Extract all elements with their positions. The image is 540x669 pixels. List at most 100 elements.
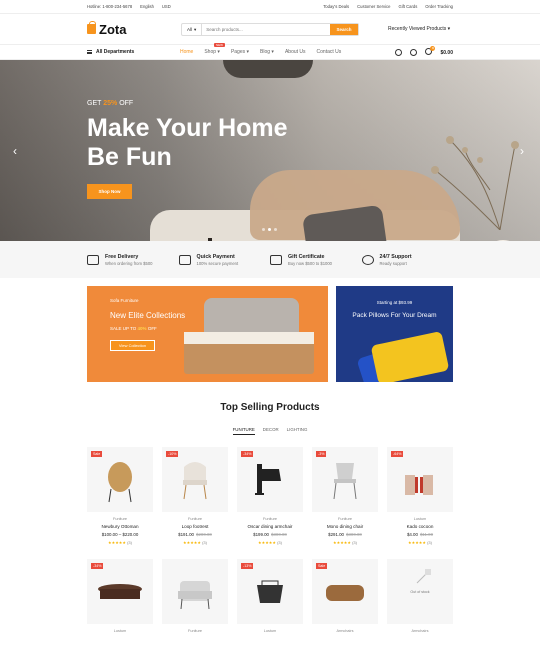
product-card[interactable]: Out of stock Armchairs: [387, 559, 453, 669]
out-of-stock-label: Out of stock: [410, 590, 430, 594]
search-input[interactable]: [202, 24, 330, 35]
link-customer-service[interactable]: Customer Service: [357, 4, 390, 9]
banner-elite-collections[interactable]: Sofa Furniture New Elite Collections SAL…: [87, 286, 328, 382]
product-tabs: FUNITURE DECOR LIGHTING: [0, 427, 540, 435]
shop-now-button[interactable]: Shop Now: [87, 184, 132, 199]
gift-icon: [270, 254, 282, 265]
next-slide-icon[interactable]: ›: [520, 144, 524, 158]
top-bar: Hotline: 1-800-234-5678 English USD Toda…: [0, 0, 540, 14]
nav-contact[interactable]: Contact Us: [317, 49, 342, 55]
bag-icon: [87, 21, 96, 34]
product-price: $291.00 $300.00: [328, 532, 362, 537]
logo-text: Zota: [99, 21, 127, 37]
search-bar: All ▾ Search: [181, 23, 359, 36]
banner-title: New Elite Collections: [110, 311, 186, 320]
hotline-text: Hotline: 1-800-234-5678: [87, 4, 133, 9]
armchair-image: [178, 581, 212, 610]
slider-dots: [262, 228, 277, 231]
link-order-tracking[interactable]: Order Tracking: [425, 4, 453, 9]
cart-button[interactable]: 0: [425, 46, 436, 57]
product-card[interactable]: -34% Lustum: [87, 559, 153, 669]
sale-badge: Sale: [316, 563, 328, 569]
tab-lighting[interactable]: LIGHTING: [287, 427, 308, 435]
discount-badge: -34%: [91, 563, 104, 569]
discount-badge: -3%: [316, 451, 327, 457]
nav-home[interactable]: Home: [180, 49, 193, 55]
product-card[interactable]: -34% Funiture Oscar dining armchair $199…: [237, 447, 303, 557]
features-bar: Free Delivery When ordering from $500 Qui…: [0, 241, 540, 278]
product-card[interactable]: Funiture: [162, 559, 228, 669]
product-price: $191.00 $200.00: [178, 532, 212, 537]
product-card[interactable]: -10% Funiture Loop footrest $191.00 $200.…: [162, 447, 228, 557]
section-title: Top Selling Products: [220, 402, 320, 413]
product-rating: ★★★★★ (3): [183, 540, 207, 545]
all-departments-button[interactable]: All Departments: [87, 49, 180, 55]
hero-title: Make Your Home Be Fun: [87, 114, 288, 171]
product-card[interactable]: -3% Funiture Mono dining chair $291.00 $3…: [312, 447, 378, 557]
product-category: Funiture: [188, 517, 202, 521]
product-price: $199.00 $300.00: [253, 532, 287, 537]
product-name[interactable]: Kado cocoon: [387, 524, 453, 529]
tab-decor[interactable]: DECOR: [263, 427, 279, 435]
cart-count: 0: [430, 46, 436, 51]
product-name[interactable]: Loop footrest: [162, 524, 228, 529]
product-category: Funiture: [188, 629, 202, 633]
product-name[interactable]: Mono dining chair: [312, 524, 378, 529]
nav-about[interactable]: About Us: [285, 49, 306, 55]
product-rating: ★★★★★ (3): [333, 540, 357, 545]
feature-gift-certificate: Gift Certificate Buy now $500 to $1000: [270, 254, 362, 266]
heart-icon[interactable]: [410, 49, 418, 56]
product-category: Funiture: [113, 517, 127, 521]
product-rating: ★★★★★ (3): [408, 540, 432, 545]
language-select[interactable]: English: [140, 4, 154, 9]
product-price: $100.00 – $220.00: [101, 532, 139, 537]
truck-icon: [87, 254, 99, 265]
sale-badge: Sale: [91, 451, 103, 457]
product-rating: ★★★★★ (3): [108, 540, 132, 545]
search-category-select[interactable]: All ▾: [182, 24, 203, 35]
hero-offer: GET 25% OFF: [87, 100, 134, 107]
tab-furniture[interactable]: FUNITURE: [232, 427, 255, 435]
discount-badge: -13%: [241, 563, 254, 569]
view-collection-button[interactable]: View Collection: [110, 340, 155, 351]
support-icon: [361, 254, 374, 265]
slide-dot-active[interactable]: [268, 228, 271, 231]
slide-dot[interactable]: [274, 228, 277, 231]
user-icon[interactable]: [395, 49, 403, 56]
cart-total: $0.00: [440, 49, 453, 56]
nav-shop[interactable]: Shop ▾: [204, 49, 220, 55]
new-badge: NEW: [214, 43, 225, 47]
slide-dot[interactable]: [262, 228, 265, 231]
nav-blog[interactable]: Blog ▾: [260, 49, 274, 55]
logo[interactable]: Zota: [87, 21, 177, 37]
main-nav: All Departments Home Shop ▾ Pages ▾ Blog…: [0, 43, 540, 60]
product-card[interactable]: Sale Armchairs: [312, 559, 378, 669]
product-name[interactable]: Oscar dining armchair: [237, 524, 303, 529]
product-card[interactable]: -13% Lustum: [237, 559, 303, 669]
nav-pages[interactable]: Pages ▾: [231, 49, 249, 55]
search-button[interactable]: Search: [330, 24, 358, 35]
discount-badge: -34%: [241, 451, 254, 457]
currency-select[interactable]: USD: [162, 4, 171, 9]
banner-pillows[interactable]: Starting at $93.99 Pack Pillows For Your…: [336, 286, 453, 382]
banner-starting-price: Starting at $93.99: [376, 300, 413, 305]
link-todays-deals[interactable]: Today's Deals: [323, 4, 349, 9]
product-card[interactable]: -64% Lustum Kado cocoon $4.00 $11.00 ★★★★…: [387, 447, 453, 557]
product-name[interactable]: Newbury Ottoman: [87, 524, 153, 529]
product-price: $4.00 $11.00: [406, 532, 434, 537]
banner-sale: SALE UP TO 40% OFF: [110, 326, 157, 331]
header: Zota All▾ Search Recently Viewed Product…: [0, 14, 540, 44]
feature-support: 24/7 Support Ready support: [361, 254, 454, 266]
discount-badge: -64%: [391, 451, 404, 457]
product-card[interactable]: Sale Funiture Newbury Ottoman $100.00 – …: [87, 447, 153, 557]
product-category: Armchairs: [336, 629, 354, 633]
feature-free-delivery: Free Delivery When ordering from $500: [87, 254, 179, 266]
product-category: Lustum: [113, 629, 127, 633]
product-rating: ★★★★★ (3): [258, 540, 282, 545]
pillow-image: [370, 330, 450, 382]
banner-title: Pack Pillows For Your Dream: [352, 312, 437, 319]
recently-viewed-dropdown[interactable]: Recently Viewed Products ▾: [388, 26, 450, 32]
prev-slide-icon[interactable]: ‹: [13, 144, 17, 158]
link-gift-cards[interactable]: Gift Cards: [398, 4, 417, 9]
banner-label: Sofa Furniture: [110, 298, 139, 303]
